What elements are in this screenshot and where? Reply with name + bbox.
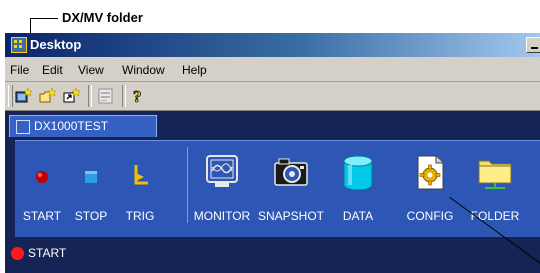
panel-separator: [187, 147, 188, 223]
help-icon[interactable]: ?: [127, 85, 149, 107]
desktop-window: Desktop File Edit View Window Help ? DX1…: [5, 33, 540, 273]
config-label: CONFIG: [406, 209, 454, 223]
menu-view[interactable]: View: [78, 63, 104, 77]
svg-text:?: ?: [133, 87, 142, 106]
tool-panel: START STOP TRIG MONITOR SNAPSHOT DATA CO…: [15, 140, 540, 237]
stop-button[interactable]: STOP: [70, 149, 112, 235]
menu-file[interactable]: File: [10, 63, 29, 77]
callout-label: DX/MV folder: [62, 10, 143, 25]
properties-icon[interactable]: [95, 85, 117, 107]
toolbar-separator: [88, 85, 92, 107]
stop-icon: [85, 171, 97, 183]
data-label: DATA: [342, 209, 374, 223]
start-icon: [36, 171, 48, 183]
tab-checkbox[interactable]: [16, 120, 30, 134]
start-button[interactable]: START: [17, 149, 67, 235]
status-text: START: [28, 246, 67, 260]
snapshot-label: SNAPSHOT: [257, 209, 324, 223]
monitor-icon: [206, 155, 238, 187]
data-button[interactable]: DATA: [333, 149, 383, 235]
workspace: DX1000TEST START STOP TRIG MONITOR SNAPS…: [5, 111, 540, 273]
data-cylinder-icon: [343, 155, 373, 191]
title-bar[interactable]: Desktop: [5, 33, 540, 57]
trig-button[interactable]: TRIG: [118, 149, 162, 235]
callout-leader-line: [30, 18, 58, 19]
status-bar: START: [5, 239, 540, 269]
window-title: Desktop: [30, 37, 82, 52]
menu-window[interactable]: Window: [122, 63, 165, 77]
app-icon: [11, 37, 27, 53]
stop-label: STOP: [74, 209, 108, 223]
toolbar: ?: [5, 82, 540, 111]
status-indicator: [11, 247, 24, 260]
minimize-button[interactable]: [526, 37, 540, 53]
trigger-icon: [134, 165, 148, 185]
menu-bar: File Edit View Window Help: [5, 57, 540, 82]
config-button[interactable]: CONFIG: [403, 149, 457, 235]
menu-help[interactable]: Help: [182, 63, 207, 77]
start-label: START: [22, 209, 62, 223]
camera-icon: [274, 158, 308, 186]
trig-label: TRIG: [125, 209, 155, 223]
monitor-label: MONITOR: [193, 209, 251, 223]
toolbar-separator: [122, 85, 126, 107]
tab-dx1000test[interactable]: DX1000TEST: [9, 115, 157, 137]
folder-button[interactable]: FOLDER: [465, 149, 525, 235]
tab-label: DX1000TEST: [34, 119, 109, 133]
new-item-icon[interactable]: [37, 85, 59, 107]
folder-icon: [478, 160, 512, 189]
new-folder-icon[interactable]: [13, 85, 35, 107]
config-gear-icon: [417, 155, 444, 190]
menu-edit[interactable]: Edit: [42, 63, 63, 77]
snapshot-button[interactable]: SNAPSHOT: [255, 149, 327, 235]
monitor-button[interactable]: MONITOR: [190, 149, 254, 235]
open-icon[interactable]: [61, 85, 83, 107]
